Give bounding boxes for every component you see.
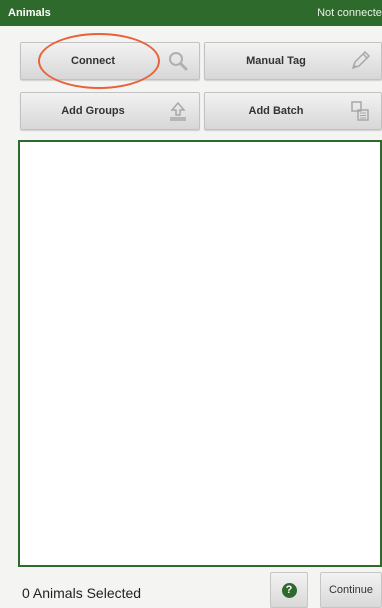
animal-list[interactable]: [18, 140, 382, 567]
title-bar: Animals Not connected: [0, 0, 382, 26]
help-button[interactable]: ?: [270, 572, 308, 608]
manual-tag-button[interactable]: Manual Tag: [204, 42, 382, 80]
animals-selected-count: 0 Animals Selected: [22, 585, 142, 601]
connect-button[interactable]: Connect: [20, 42, 200, 80]
add-groups-button[interactable]: Add Groups: [20, 92, 200, 130]
connect-button-label: Connect: [71, 55, 115, 67]
connection-status: Not connected: [317, 7, 382, 19]
page-title: Animals: [8, 7, 51, 19]
batch-icon: [347, 98, 373, 124]
add-batch-button[interactable]: Add Batch: [204, 92, 382, 130]
help-icon: ?: [281, 582, 297, 598]
add-groups-button-label: Add Groups: [61, 105, 125, 117]
continue-button[interactable]: Continue: [320, 572, 382, 608]
search-icon: [165, 48, 191, 74]
add-batch-button-label: Add Batch: [248, 105, 304, 117]
manual-tag-button-label: Manual Tag: [246, 55, 306, 67]
upload-icon: [165, 98, 191, 124]
pencil-icon: [347, 48, 373, 74]
